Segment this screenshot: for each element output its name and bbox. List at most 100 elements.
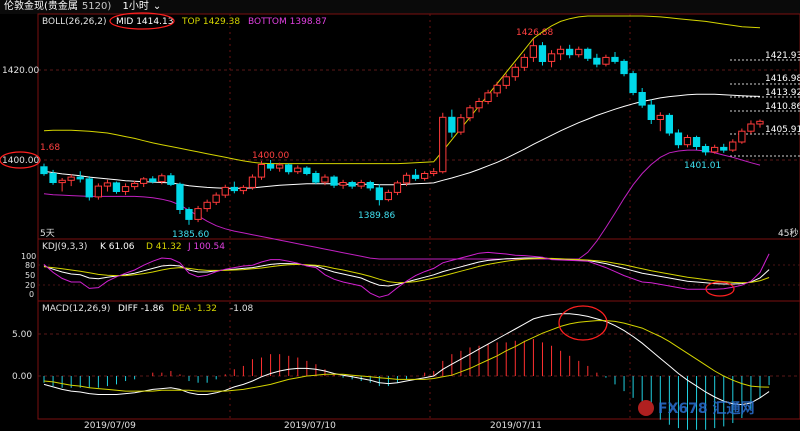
candle-body xyxy=(538,45,547,63)
candle-body xyxy=(638,92,646,106)
candle xyxy=(656,112,664,132)
candle-body xyxy=(402,174,411,184)
candle-body xyxy=(194,208,202,220)
candle xyxy=(131,180,139,190)
candle-body xyxy=(94,185,102,198)
kdj-axis-50: 50 xyxy=(25,271,35,280)
kdj-label: KDJ(9,3,3) xyxy=(42,242,87,252)
candle xyxy=(94,183,102,200)
level-label-2: 1416.98 xyxy=(765,74,800,84)
candle xyxy=(112,181,121,194)
candle-body xyxy=(511,66,519,78)
macd-axis-5: 5.00 xyxy=(12,330,32,340)
candle xyxy=(629,70,637,96)
kdj-axis-0: 0 xyxy=(29,290,34,299)
candle-body xyxy=(656,114,664,121)
candle xyxy=(421,171,429,181)
candle-body xyxy=(430,171,438,174)
kdj-axis-20: 20 xyxy=(25,281,35,290)
candle-body xyxy=(747,123,755,132)
candle-body xyxy=(384,191,393,201)
candle-body xyxy=(276,164,284,169)
candle xyxy=(212,192,220,205)
candle-body xyxy=(602,56,610,65)
candle xyxy=(538,42,547,66)
candle-body xyxy=(484,92,492,103)
candle-body xyxy=(421,173,429,179)
boll-top-value: TOP 1429.38 xyxy=(181,17,240,27)
candle-body xyxy=(593,57,601,65)
candle xyxy=(285,163,293,175)
annotation-low-1385: 1385.60 xyxy=(172,230,209,240)
candle xyxy=(575,46,583,58)
candle-body xyxy=(221,186,229,196)
candle xyxy=(511,63,519,81)
candle-body xyxy=(566,48,574,56)
candle xyxy=(76,171,84,183)
candle xyxy=(85,176,93,201)
macd-dea-value: DEA -1.32 xyxy=(172,304,217,314)
candle-body xyxy=(611,56,619,62)
candle xyxy=(747,120,755,134)
candle xyxy=(357,179,365,189)
candle-body xyxy=(330,176,338,186)
candle xyxy=(475,97,483,113)
candle xyxy=(67,174,75,187)
annotation-low-1401: 1401.01 xyxy=(684,161,721,171)
candle-body xyxy=(520,56,529,68)
candle-body xyxy=(49,173,57,183)
annotation-seconds: 45秒 xyxy=(778,227,798,239)
candle-body xyxy=(167,175,175,185)
candle-body xyxy=(475,101,483,109)
candle xyxy=(738,128,746,144)
chart-canvas[interactable]: BOLL(26,26,2) MID 1414.13 TOP 1429.38 BO… xyxy=(0,0,800,431)
candle xyxy=(176,182,184,214)
candle xyxy=(566,44,574,59)
level-label-5: 1405.91 xyxy=(765,125,800,135)
candle xyxy=(366,180,374,191)
candle-body xyxy=(58,179,66,184)
candle-body xyxy=(692,137,701,147)
candle-body xyxy=(674,132,683,146)
candle-body xyxy=(239,186,247,192)
kdj-d-line xyxy=(43,257,770,284)
candle-body xyxy=(230,186,238,192)
candle-body xyxy=(665,114,674,134)
candle xyxy=(430,168,438,177)
watermark: FX678 汇通网 xyxy=(638,400,754,417)
candle-body xyxy=(393,182,402,193)
candle-body xyxy=(629,73,637,93)
candle-body xyxy=(575,48,583,56)
annotation-low-1389: 1389.86 xyxy=(358,211,395,221)
candle-body xyxy=(285,164,293,173)
macd-diff-value: DIFF -1.86 xyxy=(118,304,164,314)
boll-bands xyxy=(43,15,761,260)
candle xyxy=(393,180,402,196)
kdj-d-value: D 41.32 xyxy=(146,242,182,252)
candle xyxy=(584,47,592,61)
candle xyxy=(556,45,565,61)
candle-body xyxy=(321,176,329,183)
boll-label: BOLL(26,26,2) xyxy=(42,17,107,27)
annotation-1400: 1400.00 xyxy=(252,151,289,161)
watermark-logo-icon xyxy=(638,400,654,416)
level-label-4: 1410.86 xyxy=(765,102,800,112)
candle xyxy=(729,139,737,152)
annotation-left: 1.68 xyxy=(40,143,60,153)
candle-body xyxy=(131,182,139,188)
candle-body xyxy=(149,178,157,183)
candle-body xyxy=(348,182,356,187)
axis-label-1420: 1420.00 xyxy=(2,66,39,76)
candle-body xyxy=(729,141,737,151)
candle xyxy=(547,50,556,68)
candle-body xyxy=(756,120,764,125)
candle xyxy=(502,73,510,89)
candle-body xyxy=(366,182,374,189)
candle-body xyxy=(375,187,384,201)
candle-body xyxy=(76,176,84,180)
boll-mid-value: MID 1414.13 xyxy=(116,17,173,27)
candle xyxy=(312,170,320,185)
candle-body xyxy=(457,117,465,133)
candle-body xyxy=(257,164,266,178)
kdj-j-value: J 100.54 xyxy=(187,242,225,252)
